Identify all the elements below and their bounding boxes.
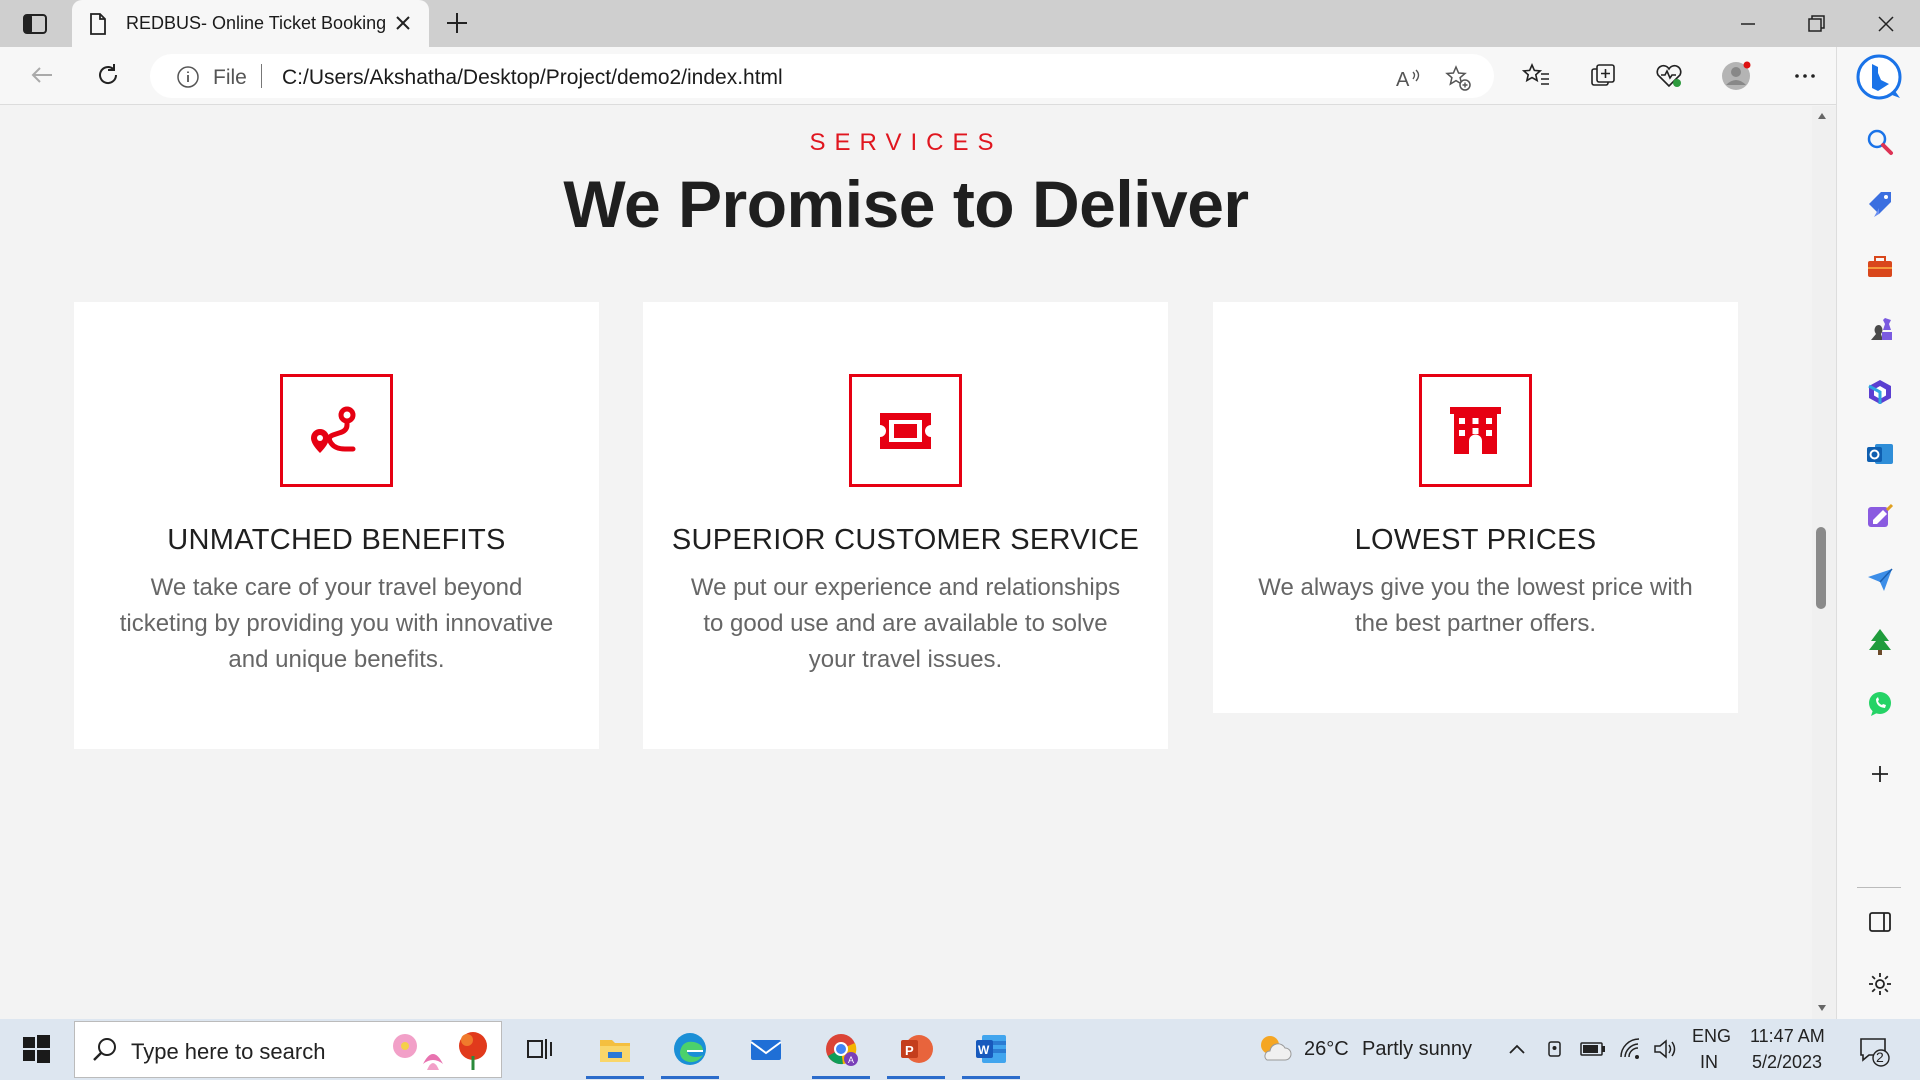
profile-avatar-icon[interactable] [1721, 61, 1751, 91]
send-icon[interactable] [1865, 564, 1895, 594]
refresh-icon[interactable] [94, 61, 122, 89]
edge-sidebar [1836, 47, 1920, 1019]
tree-icon[interactable] [1865, 627, 1895, 657]
hide-sidebar-icon[interactable] [1865, 907, 1895, 937]
svg-text:P: P [905, 1043, 914, 1058]
page-scrollbar[interactable] [1812, 106, 1836, 1019]
weather-temperature: 26°C [1304, 1038, 1349, 1060]
section-kicker: SERVICES [809, 129, 1003, 156]
minimize-icon[interactable] [1735, 11, 1761, 37]
icon-frame [849, 374, 962, 487]
url-text[interactable]: C:/Users/Akshatha/Desktop/Project/demo2/… [282, 66, 783, 90]
microsoft-365-icon[interactable] [1865, 377, 1895, 407]
favorites-icon[interactable] [1521, 61, 1551, 91]
svg-text:A: A [848, 1055, 854, 1065]
word-icon[interactable]: W [972, 1030, 1010, 1068]
svg-text:W: W [978, 1043, 990, 1057]
active-app-indicator [887, 1076, 945, 1079]
bing-chat-icon[interactable] [1855, 53, 1903, 101]
active-app-indicator [661, 1076, 719, 1079]
weather-condition: Partly sunny [1362, 1038, 1473, 1060]
card-title: LOWEST PRICES [1354, 524, 1597, 556]
outlook-icon[interactable] [1865, 439, 1895, 469]
new-tab-icon[interactable] [444, 10, 470, 36]
mail-icon[interactable] [747, 1030, 785, 1068]
card-title: UNMATCHED BENEFITS [167, 524, 506, 556]
file-explorer-icon[interactable] [596, 1030, 634, 1068]
show-hidden-icons-chevron-icon[interactable] [1507, 1041, 1527, 1057]
card-description: We always give you the lowest price with… [1258, 574, 1693, 637]
taskbar-search-placeholder: Type here to search [131, 1039, 326, 1064]
clock-date[interactable]: 5/2/2023 [1752, 1052, 1822, 1073]
taskbar: Type here to search A P W 26°C Partly su… [0, 1019, 1920, 1080]
active-app-indicator [586, 1076, 644, 1079]
task-view-icon[interactable] [521, 1030, 559, 1068]
restore-icon[interactable] [1803, 11, 1829, 37]
ticket-icon [880, 413, 931, 449]
icon-frame [280, 374, 393, 487]
powerpoint-icon[interactable]: P [897, 1030, 935, 1068]
tab-actions-icon[interactable] [22, 12, 48, 36]
tab-bar: REDBUS- Online Ticket Booking [0, 0, 1920, 47]
battery-icon[interactable] [1580, 1041, 1606, 1057]
edge-browser-icon[interactable] [671, 1030, 709, 1068]
volume-icon[interactable] [1652, 1037, 1678, 1061]
chrome-icon[interactable]: A [822, 1030, 860, 1068]
page-viewport: SERVICES We Promise to Deliver UNMATCHED… [0, 106, 1812, 1019]
search-icon[interactable] [1865, 127, 1895, 157]
icon-frame [1419, 374, 1532, 487]
input-region[interactable]: IN [1700, 1052, 1718, 1073]
sidebar-divider [1857, 887, 1901, 888]
meet-now-icon[interactable] [1545, 1038, 1565, 1060]
more-options-icon[interactable] [1790, 61, 1820, 91]
add-favorite-icon[interactable] [1444, 64, 1472, 92]
service-card-benefits: UNMATCHED BENEFITS We take care of your … [74, 302, 599, 749]
tab-title: REDBUS- Online Ticket Booking [126, 13, 387, 33]
close-tab-icon[interactable] [391, 11, 415, 35]
sidebar-settings-icon[interactable] [1865, 969, 1895, 999]
active-tab[interactable]: REDBUS- Online Ticket Booking [72, 0, 429, 47]
notification-count: 2 [1876, 1049, 1884, 1065]
scroll-up-arrow-icon[interactable] [1817, 112, 1827, 120]
taskbar-search-box[interactable]: Type here to search [74, 1021, 502, 1078]
url-scheme-label: File [213, 66, 247, 89]
scroll-down-arrow-icon[interactable] [1817, 1004, 1827, 1012]
active-app-indicator [962, 1076, 1020, 1079]
address-bar[interactable]: File C:/Users/Akshatha/Desktop/Project/d… [150, 54, 1494, 98]
svg-text:A: A [1396, 69, 1410, 91]
back-icon[interactable] [28, 61, 56, 89]
read-aloud-icon[interactable]: A [1394, 64, 1422, 92]
scrollbar-thumb[interactable] [1816, 527, 1826, 609]
weather-partly-sunny-icon[interactable] [1255, 1030, 1293, 1068]
building-icon [1450, 407, 1501, 454]
flowers-decoration-icon [393, 1032, 487, 1070]
address-bar-row: File C:/Users/Akshatha/Desktop/Project/d… [0, 47, 1920, 105]
url-separator [261, 64, 262, 88]
service-card-customer-service: SUPERIOR CUSTOMER SERVICE We put our exp… [643, 302, 1168, 749]
active-app-indicator [812, 1076, 870, 1079]
browser-essentials-icon[interactable] [1654, 61, 1684, 91]
route-icon [311, 406, 356, 453]
tools-briefcase-icon[interactable] [1865, 252, 1895, 282]
games-chess-icon[interactable] [1865, 314, 1895, 344]
clock-time[interactable]: 11:47 AM [1750, 1026, 1825, 1047]
shopping-tag-icon[interactable] [1865, 190, 1895, 220]
search-icon [93, 1038, 116, 1061]
collections-icon[interactable] [1588, 61, 1618, 91]
card-description: We take care of your travel beyond ticke… [119, 574, 554, 673]
wifi-icon[interactable] [1618, 1037, 1642, 1061]
service-card-lowest-prices: LOWEST PRICES We always give you the low… [1213, 302, 1738, 713]
card-title: SUPERIOR CUSTOMER SERVICE [671, 524, 1140, 556]
whatsapp-icon[interactable] [1865, 689, 1895, 719]
input-language[interactable]: ENG [1692, 1026, 1731, 1047]
close-window-icon[interactable] [1873, 11, 1899, 37]
page-icon [90, 13, 106, 35]
section-heading: We Promise to Deliver [563, 167, 1249, 241]
designer-icon[interactable] [1865, 502, 1895, 532]
windows-start-icon[interactable] [17, 1030, 55, 1068]
card-description: We put our experience and relationships … [690, 574, 1121, 673]
info-icon[interactable] [176, 65, 200, 89]
add-sidebar-app-icon[interactable] [1865, 759, 1895, 789]
notifications-icon[interactable] [1857, 1034, 1891, 1068]
